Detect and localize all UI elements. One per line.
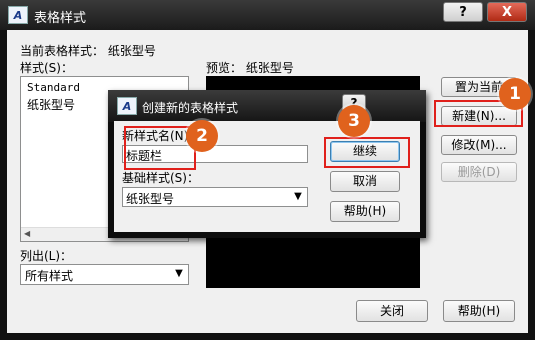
help-button[interactable]: 帮助(H) <box>330 201 400 222</box>
step-badge-3: 3 <box>338 105 370 137</box>
base-style-select[interactable]: 纸张型号 ▼ <box>122 187 308 207</box>
autocad-icon: A <box>117 97 137 115</box>
help-title-button[interactable]: ? <box>443 2 483 22</box>
styles-label: 样式(S)： <box>20 61 73 75</box>
create-style-titlebar: A 创建新的表格样式 ? <box>108 90 426 122</box>
arrow-left-icon[interactable]: ◀ <box>24 229 30 238</box>
step-badge-1: 1 <box>499 78 531 110</box>
list-filter-select[interactable]: 所有样式 ▼ <box>20 264 189 285</box>
step-badge-2: 2 <box>186 120 218 152</box>
preview-label: 预览： 纸张型号 <box>206 61 294 75</box>
base-style-value: 纸张型号 <box>126 192 175 206</box>
dialog-titlebar: A 表格样式 ? X <box>0 0 535 30</box>
autocad-icon: A <box>8 6 28 24</box>
continue-button-highlight <box>324 137 410 168</box>
base-style-label: 基础样式(S)： <box>122 171 199 185</box>
cancel-button[interactable]: 取消 <box>330 171 400 192</box>
list-item[interactable]: 纸张型号 <box>27 96 75 113</box>
help-button[interactable]: 帮助(H) <box>443 300 515 322</box>
list-item[interactable]: Standard <box>27 81 80 94</box>
modify-button[interactable]: 修改(M)... <box>441 135 517 155</box>
close-button[interactable]: 关闭 <box>356 300 428 322</box>
chevron-down-icon: ▼ <box>175 268 183 279</box>
create-style-title: 创建新的表格样式 <box>142 101 239 115</box>
current-style-label: 当前表格样式： 纸张型号 <box>20 44 156 58</box>
list-filter-value: 所有样式 <box>25 269 74 283</box>
close-title-button[interactable]: X <box>487 2 527 22</box>
chevron-down-icon: ▼ <box>294 191 302 202</box>
dialog-title: 表格样式 <box>34 11 87 26</box>
delete-button[interactable]: 删除(D) <box>441 162 517 182</box>
list-filter-label: 列出(L)： <box>20 249 73 263</box>
